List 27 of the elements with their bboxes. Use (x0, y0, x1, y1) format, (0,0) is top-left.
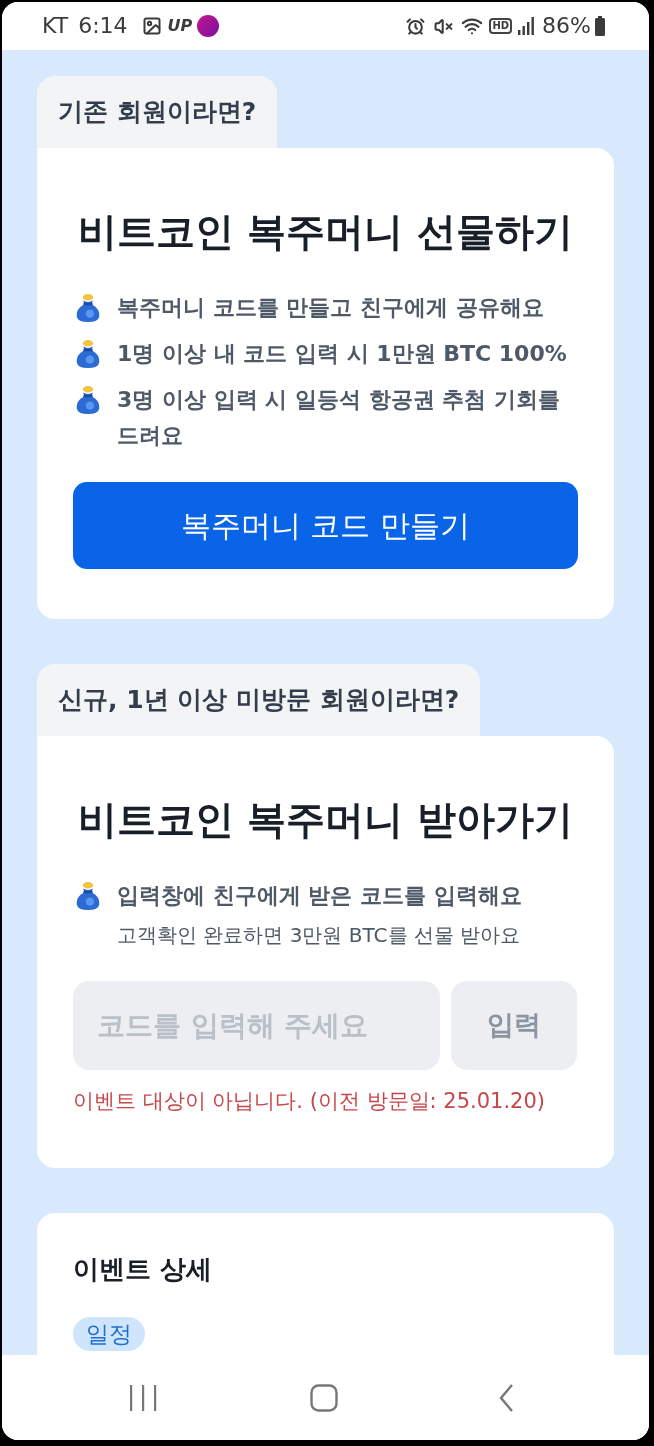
gallery-icon (141, 16, 162, 36)
hd-indicator: HD (489, 18, 513, 34)
signal-icon (518, 17, 535, 35)
battery-percent: 86% (542, 15, 591, 37)
card-title: 비트코인 복주머니 받아가기 (76, 796, 575, 844)
bullet-text: 3명 이상 입력 시 일등석 항공권 추첨 기회를 드려요 (117, 386, 561, 450)
mute-icon (434, 16, 454, 36)
bullet-note: 고객확인 완료하면 3만원 BTC를 선물 받아요 (117, 922, 522, 949)
back-icon[interactable] (498, 1382, 514, 1413)
card-title: 비트코인 복주머니 선물하기 (76, 208, 575, 256)
app-notification-label: UP (167, 18, 193, 34)
bullet-text: 입력창에 친구에게 받은 코드를 입력해요 (117, 882, 522, 910)
bullet-text: 1명 이상 내 코드 입력 시 1만원 BTC 100% (117, 340, 567, 368)
section-title: 이벤트 상세 (73, 1253, 214, 1286)
alarm-icon (406, 16, 426, 36)
create-code-button[interactable]: 복주머니 코드 만들기 (73, 482, 578, 569)
audience-label: 신규, 1년 이상 미방문 회원이라면? (37, 664, 481, 736)
carrier-name: KT (42, 15, 69, 37)
recent-apps-icon[interactable] (129, 1383, 157, 1412)
bullet-text: 복주머니 코드를 만들고 친구에게 공유해요 (117, 294, 544, 322)
app-logo-icon (197, 15, 220, 37)
audience-label: 기존 회원이라면? (37, 76, 278, 148)
home-icon[interactable] (310, 1383, 338, 1412)
error-message: 이벤트 대상이 아닙니다. (이전 방문일: 25.01.20) (73, 1088, 547, 1115)
battery-icon (595, 16, 605, 36)
schedule-tag: 일정 (73, 1317, 145, 1351)
clock-time: 6:14 (78, 15, 128, 37)
